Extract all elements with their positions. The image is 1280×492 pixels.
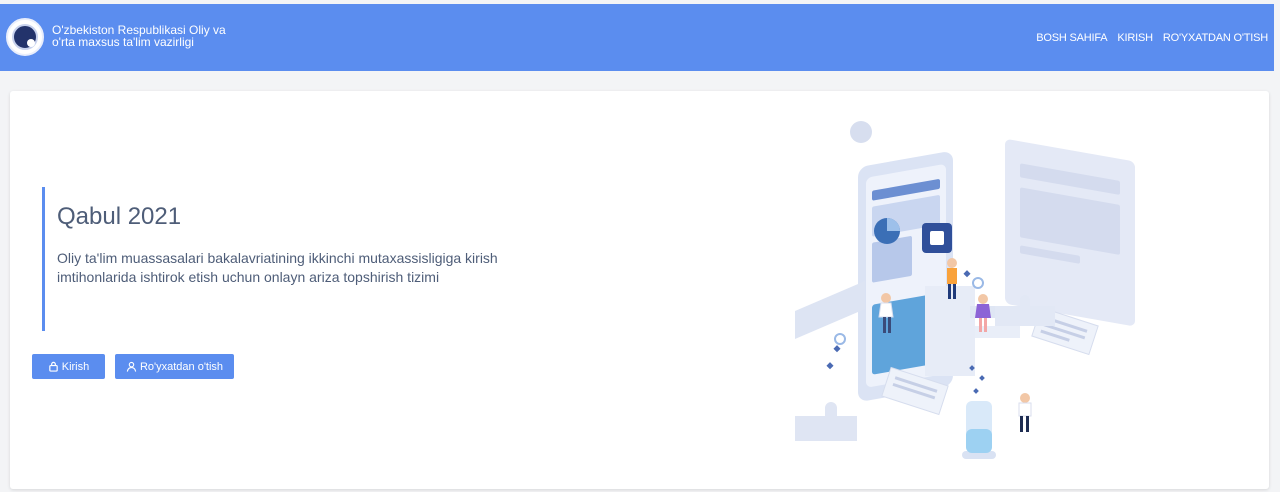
nav-link-home[interactable]: BOSH SAHIFA [1036,32,1107,44]
ministry-name: O'zbekiston Respublikasi Oliy va o'rta m… [52,24,252,48]
nav-link-register[interactable]: RO'YXATDAN O'TISH [1163,32,1268,44]
login-button-label: Kirish [61,360,90,373]
hero-text-block: Qabul 2021 Oliy ta'lim muassasalari baka… [42,187,562,331]
page-title: Qabul 2021 [57,203,182,230]
logo-emblem [12,24,38,50]
hero-illustration [795,121,1135,459]
user-icon [126,361,137,372]
main-nav: BOSH SAHIFA KIRISH RO'YXATDAN O'TISH [1036,32,1268,44]
login-button[interactable]: Kirish [32,354,105,379]
ministry-logo[interactable] [6,18,44,56]
ministry-name-line2: o'rta maxsus ta'lim vazirligi [52,35,194,49]
register-button[interactable]: Ro'yxatdan o'tish [115,354,234,379]
lock-icon [48,361,58,372]
hero-card: Qabul 2021 Oliy ta'lim muassasalari baka… [10,91,1269,489]
top-navbar: O'zbekiston Respublikasi Oliy va o'rta m… [0,4,1274,71]
register-button-label: Ro'yxatdan o'tish [139,360,224,373]
nav-link-login[interactable]: KIRISH [1117,32,1153,44]
page-description: Oliy ta'lim muassasalari bakalavriatinin… [57,250,498,285]
